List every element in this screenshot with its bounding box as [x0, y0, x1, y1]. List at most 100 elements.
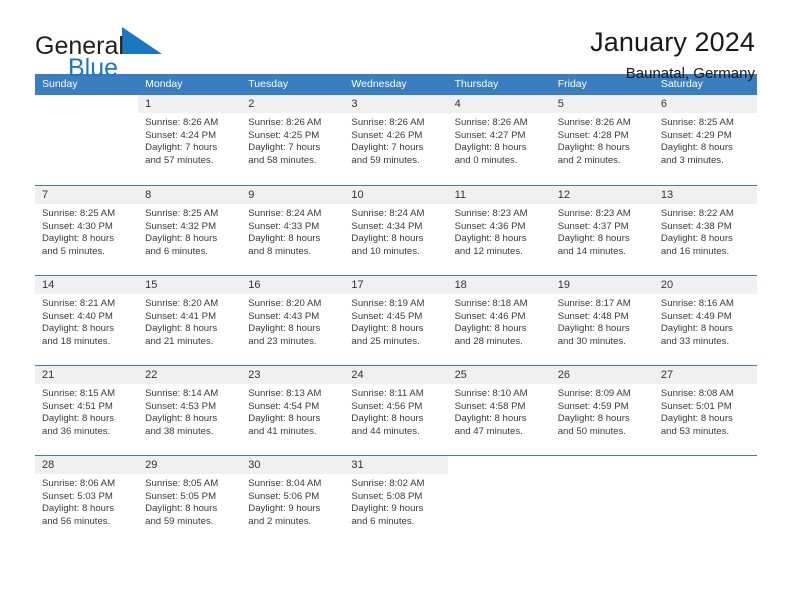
- day-details: Sunrise: 8:08 AM Sunset: 5:01 PM Daylight:…: [654, 384, 757, 438]
- day-detail-line: Daylight: 9 hours: [351, 503, 424, 515]
- day-detail-line: Sunrise: 8:10 AM: [454, 388, 528, 399]
- day-number: 1: [145, 98, 152, 110]
- day-cell[interactable]: 15 Sunrise: 8:20 AM Sunset: 4:41 PM Dayligh…: [138, 276, 242, 365]
- day-number: 26: [557, 369, 570, 381]
- day-detail-line: Daylight: 8 hours: [660, 413, 733, 425]
- day-number: 22: [145, 369, 158, 381]
- day-number-band: 21: [35, 366, 139, 384]
- day-number: 25: [454, 369, 467, 381]
- day-cell[interactable]: 13 Sunrise: 8:22 AM Sunset: 4:38 PM Dayligh…: [653, 186, 757, 275]
- day-number-band: 13: [653, 186, 757, 204]
- day-detail-line: Sunrise: 8:17 AM: [557, 298, 631, 309]
- day-cell[interactable]: 5 Sunrise: 8:26 AM Sunset: 4:28 PM Daylight…: [550, 95, 654, 185]
- day-number-band: 2: [241, 95, 345, 113]
- day-cell[interactable]: 14 Sunrise: 8:21 AM Sunset: 4:40 PM Dayligh…: [35, 276, 139, 365]
- day-number: 27: [660, 369, 674, 381]
- logo-triangle-icon: [121, 26, 164, 60]
- day-detail-line: Sunrise: 8:26 AM: [351, 117, 425, 128]
- day-cell[interactable]: 27 Sunrise: 8:08 AM Sunset: 5:01 PM Dayligh…: [653, 366, 757, 455]
- day-number-band: [654, 456, 757, 474]
- day-details: Sunrise: 8:10 AM Sunset: 4:58 PM Daylight:…: [448, 384, 551, 438]
- day-cell[interactable]: 6 Sunrise: 8:25 AM Sunset: 4:29 PM Daylight…: [653, 95, 757, 185]
- day-number-band: 14: [35, 276, 139, 294]
- day-detail-line: Daylight: 8 hours: [660, 323, 733, 335]
- day-cell[interactable]: 8 Sunrise: 8:25 AM Sunset: 4:32 PM Daylight…: [138, 186, 242, 275]
- day-detail-line: Sunrise: 8:22 AM: [660, 208, 734, 219]
- day-detail-line: Sunrise: 8:25 AM: [660, 117, 734, 128]
- day-cell[interactable]: 12 Sunrise: 8:23 AM Sunset: 4:37 PM Dayligh…: [550, 186, 654, 275]
- day-cell[interactable]: 23 Sunrise: 8:13 AM Sunset: 4:54 PM Dayligh…: [241, 366, 345, 455]
- day-detail-line: and 47 minutes.: [454, 425, 523, 437]
- page-title: January 2024: [590, 27, 755, 57]
- day-number-band: 20: [653, 276, 757, 294]
- day-cell[interactable]: 17 Sunrise: 8:19 AM Sunset: 4:45 PM Dayligh…: [344, 276, 448, 365]
- day-cell[interactable]: 24 Sunrise: 8:11 AM Sunset: 4:56 PM Dayligh…: [344, 366, 448, 455]
- day-detail-line: Daylight: 8 hours: [557, 233, 630, 245]
- day-detail-line: Daylight: 8 hours: [351, 323, 424, 335]
- day-detail-line: Daylight: 8 hours: [248, 323, 321, 335]
- day-details: Sunrise: 8:06 AM Sunset: 5:03 PM Daylight:…: [35, 474, 138, 528]
- day-cell[interactable]: 16 Sunrise: 8:20 AM Sunset: 4:43 PM Dayligh…: [241, 276, 345, 365]
- day-detail-line: Daylight: 8 hours: [42, 323, 114, 335]
- day-detail-line: Sunset: 4:27 PM: [454, 129, 526, 141]
- weekday-header-tuesday: Tuesday: [248, 78, 289, 90]
- day-detail-line: Daylight: 8 hours: [248, 413, 321, 425]
- day-number-band: 18: [447, 276, 551, 294]
- day-cell[interactable]: 28 Sunrise: 8:06 AM Sunset: 5:03 PM Dayligh…: [35, 456, 139, 545]
- day-cell[interactable]: 18 Sunrise: 8:18 AM Sunset: 4:46 PM Dayligh…: [447, 276, 551, 365]
- weekday-header-monday: Monday: [145, 78, 183, 90]
- day-details: [551, 474, 654, 478]
- day-number-band: 3: [344, 95, 448, 113]
- day-detail-line: Daylight: 8 hours: [454, 233, 527, 245]
- calendar-week-row: 14 Sunrise: 8:21 AM Sunset: 4:40 PM Dayligh…: [35, 275, 757, 365]
- day-detail-line: Daylight: 8 hours: [42, 503, 114, 515]
- day-detail-line: Daylight: 8 hours: [454, 323, 527, 335]
- day-cell[interactable]: 10 Sunrise: 8:24 AM Sunset: 4:34 PM Dayligh…: [344, 186, 448, 275]
- day-detail-line: Sunrise: 8:02 AM: [351, 478, 425, 489]
- day-details: Sunrise: 8:22 AM Sunset: 4:38 PM Daylight:…: [654, 204, 757, 258]
- day-details: [35, 113, 138, 117]
- weekday-header-sunday: Sunday: [42, 78, 78, 90]
- day-details: Sunrise: 8:20 AM Sunset: 4:43 PM Daylight:…: [241, 294, 344, 348]
- day-number-band: 4: [447, 95, 551, 113]
- day-cell[interactable]: 3 Sunrise: 8:26 AM Sunset: 4:26 PM Daylight…: [344, 95, 448, 185]
- day-number-band: 5: [550, 95, 654, 113]
- day-detail-line: Sunset: 4:49 PM: [660, 310, 732, 322]
- day-cell[interactable]: 2 Sunrise: 8:26 AM Sunset: 4:25 PM Daylight…: [241, 95, 345, 185]
- day-cell[interactable]: 7 Sunrise: 8:25 AM Sunset: 4:30 PM Daylight…: [35, 186, 139, 275]
- day-cell[interactable]: 20 Sunrise: 8:16 AM Sunset: 4:49 PM Dayligh…: [653, 276, 757, 365]
- day-detail-line: Sunset: 4:30 PM: [42, 220, 113, 232]
- weekday-header-thursday: Thursday: [454, 78, 499, 90]
- day-detail-line: Sunrise: 8:16 AM: [660, 298, 734, 309]
- calendar-week-row: 28 Sunrise: 8:06 AM Sunset: 5:03 PM Dayligh…: [35, 455, 757, 545]
- day-cell[interactable]: 1 Sunrise: 8:26 AM Sunset: 4:24 PM Daylight…: [138, 95, 242, 185]
- day-cell[interactable]: 26 Sunrise: 8:09 AM Sunset: 4:59 PM Dayligh…: [550, 366, 654, 455]
- day-cell[interactable]: 21 Sunrise: 8:15 AM Sunset: 4:51 PM Dayligh…: [35, 366, 139, 455]
- day-cell[interactable]: 9 Sunrise: 8:24 AM Sunset: 4:33 PM Daylight…: [241, 186, 345, 275]
- day-detail-line: Sunset: 4:56 PM: [351, 400, 423, 412]
- day-detail-line: Sunrise: 8:23 AM: [454, 208, 528, 219]
- day-detail-line: and 12 minutes.: [454, 245, 523, 257]
- day-cell[interactable]: 4 Sunrise: 8:26 AM Sunset: 4:27 PM Daylight…: [447, 95, 551, 185]
- day-details: Sunrise: 8:15 AM Sunset: 4:51 PM Daylight:…: [35, 384, 138, 438]
- calendar-week-row: 21 Sunrise: 8:15 AM Sunset: 4:51 PM Dayligh…: [35, 365, 757, 455]
- day-detail-line: Daylight: 8 hours: [557, 323, 630, 335]
- day-number: 14: [42, 279, 55, 291]
- day-cell[interactable]: 11 Sunrise: 8:23 AM Sunset: 4:36 PM Dayligh…: [447, 186, 551, 275]
- day-cell[interactable]: 31 Sunrise: 8:02 AM Sunset: 5:08 PM Dayligh…: [344, 456, 448, 545]
- day-number-band: 31: [344, 456, 448, 474]
- day-number: 20: [660, 279, 674, 291]
- day-details: Sunrise: 8:14 AM Sunset: 4:53 PM Daylight:…: [138, 384, 241, 438]
- day-detail-line: and 6 minutes.: [351, 515, 415, 527]
- day-cell[interactable]: 25 Sunrise: 8:10 AM Sunset: 4:58 PM Dayligh…: [447, 366, 551, 455]
- day-number: 7: [42, 189, 49, 201]
- day-cell[interactable]: 30 Sunrise: 8:04 AM Sunset: 5:06 PM Dayligh…: [241, 456, 345, 545]
- day-detail-line: Sunset: 4:36 PM: [454, 220, 526, 232]
- day-number: 30: [248, 459, 261, 471]
- day-detail-line: Daylight: 8 hours: [660, 142, 733, 154]
- day-details: Sunrise: 8:16 AM Sunset: 4:49 PM Daylight:…: [654, 294, 757, 348]
- day-cell[interactable]: 22 Sunrise: 8:14 AM Sunset: 4:53 PM Dayligh…: [138, 366, 242, 455]
- day-cell[interactable]: 29 Sunrise: 8:05 AM Sunset: 5:05 PM Dayligh…: [138, 456, 242, 545]
- day-cell[interactable]: 19 Sunrise: 8:17 AM Sunset: 4:48 PM Dayligh…: [550, 276, 654, 365]
- day-details: Sunrise: 8:25 AM Sunset: 4:32 PM Daylight:…: [138, 204, 241, 258]
